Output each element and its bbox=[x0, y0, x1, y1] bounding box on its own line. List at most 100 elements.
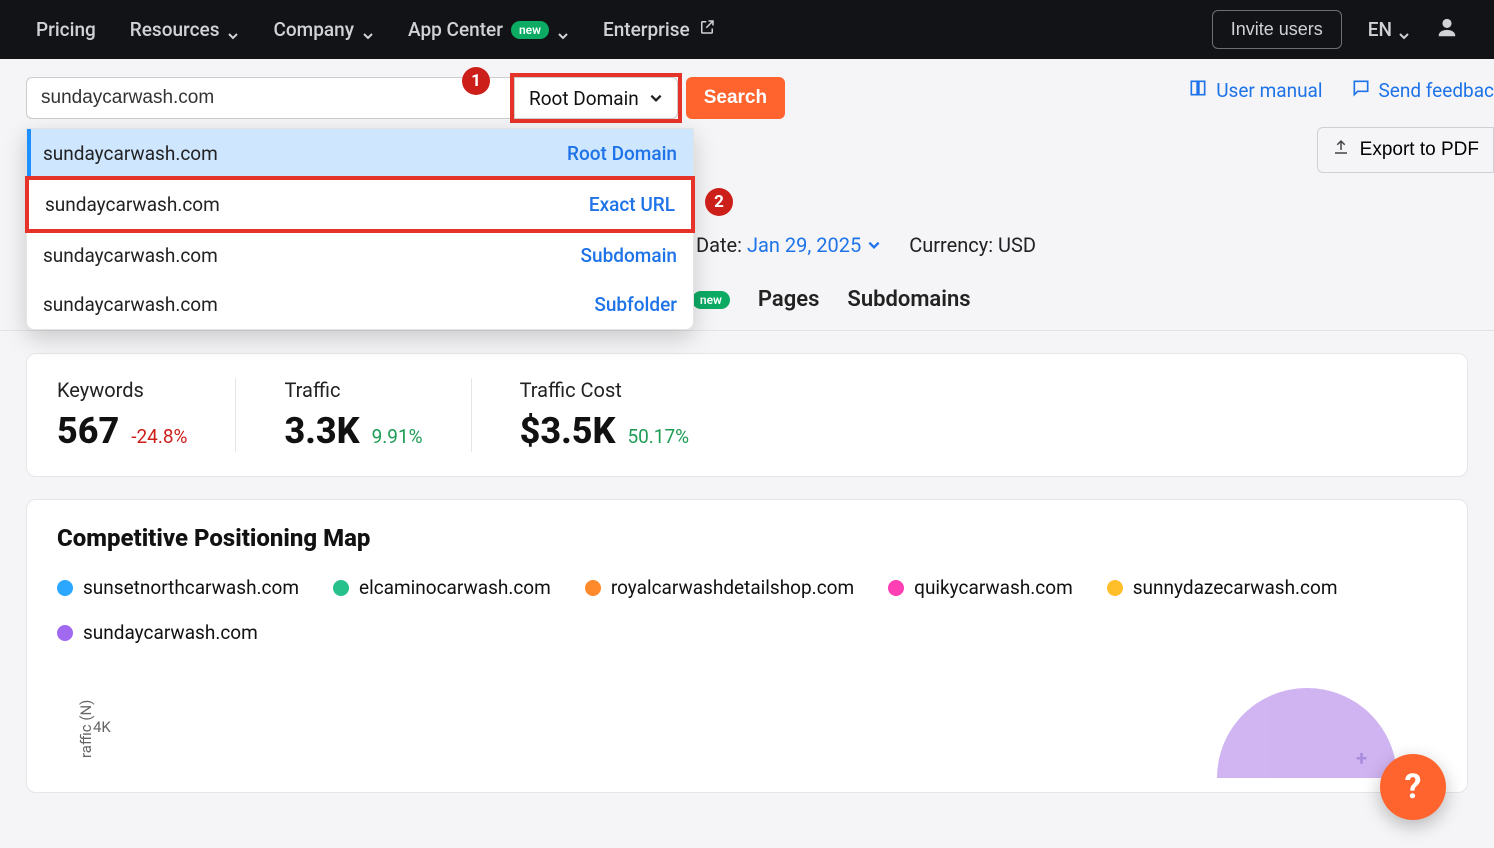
language-label: EN bbox=[1368, 18, 1392, 41]
metrics-card: Keywords 567 -24.8% Traffic 3.3K 9.91% T… bbox=[26, 353, 1468, 477]
suggestion-type: Subdomain bbox=[581, 244, 677, 267]
send-feedback-link[interactable]: Send feedbac bbox=[1351, 78, 1494, 103]
search-button[interactable]: Search bbox=[686, 77, 785, 119]
metric-traffic-delta: 9.91% bbox=[372, 425, 423, 448]
metric-traffic-cost-value: $3.5K bbox=[520, 410, 616, 452]
chevron-down-icon bbox=[362, 24, 374, 36]
suggestion-type: Root Domain bbox=[567, 142, 677, 165]
legend-dot-icon bbox=[57, 580, 73, 596]
upload-icon bbox=[1332, 138, 1350, 162]
metric-keywords-value: 567 bbox=[57, 410, 119, 452]
legend-item[interactable]: elcaminocarwash.com bbox=[333, 576, 551, 599]
metric-traffic-cost-delta: 50.17% bbox=[627, 425, 689, 448]
book-icon bbox=[1188, 78, 1208, 103]
legend-label: quikycarwash.com bbox=[914, 576, 1073, 599]
nav-company-label: Company bbox=[273, 18, 354, 41]
legend-item[interactable]: royalcarwashdetailshop.com bbox=[585, 576, 854, 599]
legend-dot-icon bbox=[585, 580, 601, 596]
filters-row: Date: Jan 29, 2025 Currency: USD bbox=[670, 233, 1494, 257]
invite-users-button[interactable]: Invite users bbox=[1212, 10, 1342, 49]
legend-item[interactable]: sunnydazecarwash.com bbox=[1107, 576, 1338, 599]
currency-filter: Currency: USD bbox=[909, 233, 1036, 257]
legend-label: elcaminocarwash.com bbox=[359, 576, 551, 599]
nav-app-center-label: App Center bbox=[408, 18, 503, 41]
new-badge: new bbox=[692, 291, 730, 309]
y-axis-tick: 4K bbox=[93, 718, 111, 736]
date-filter[interactable]: Date: Jan 29, 2025 bbox=[696, 233, 881, 257]
nav-resources[interactable]: Resources bbox=[130, 18, 240, 41]
scope-select[interactable]: Root Domain bbox=[514, 77, 678, 119]
suggestion-root-domain[interactable]: sundaycarwash.com Root Domain bbox=[27, 129, 693, 178]
annotation-1: 1 bbox=[462, 67, 490, 95]
language-select[interactable]: EN bbox=[1368, 18, 1410, 41]
legend-dot-icon bbox=[333, 580, 349, 596]
legend-item[interactable]: sundaycarwash.com bbox=[57, 621, 258, 644]
metric-traffic-cost: Traffic Cost $3.5K 50.17% bbox=[520, 378, 738, 452]
export-pdf-button[interactable]: Export to PDF bbox=[1317, 127, 1494, 173]
legend-dot-icon bbox=[888, 580, 904, 596]
competitive-map-card: Competitive Positioning Map sunsetnorthc… bbox=[26, 499, 1468, 793]
metric-keywords: Keywords 567 -24.8% bbox=[57, 378, 236, 452]
suggestion-exact-url[interactable]: sundaycarwash.com Exact URL bbox=[29, 180, 691, 229]
user-manual-label: User manual bbox=[1216, 79, 1322, 102]
suggestion-type: Subfolder bbox=[594, 293, 677, 316]
page-toolbox: User manual Send feedbac Export to PDF bbox=[1188, 78, 1494, 173]
legend-item[interactable]: sunsetnorthcarwash.com bbox=[57, 576, 299, 599]
date-value: Jan 29, 2025 bbox=[747, 233, 861, 257]
send-feedback-label: Send feedbac bbox=[1379, 79, 1494, 102]
currency-value: USD bbox=[998, 233, 1036, 257]
suggestion-domain: sundaycarwash.com bbox=[43, 244, 218, 267]
nav-enterprise-label: Enterprise bbox=[603, 18, 690, 41]
chevron-down-icon bbox=[557, 24, 569, 36]
suggestion-domain: sundaycarwash.com bbox=[43, 142, 218, 165]
nav-enterprise[interactable]: Enterprise bbox=[603, 18, 716, 41]
top-nav: Pricing Resources Company App Center new… bbox=[0, 0, 1494, 59]
chart-axis-area: raffic (N) 4K + bbox=[57, 678, 1437, 768]
metric-keywords-label: Keywords bbox=[57, 378, 187, 402]
export-pdf-label: Export to PDF bbox=[1360, 139, 1479, 161]
external-link-icon bbox=[698, 18, 716, 41]
tab-subdomains[interactable]: Subdomains bbox=[847, 287, 970, 330]
legend-item[interactable]: quikycarwash.com bbox=[888, 576, 1073, 599]
suggestion-domain: sundaycarwash.com bbox=[43, 293, 218, 316]
competitive-map-title: Competitive Positioning Map bbox=[57, 524, 1437, 552]
chevron-down-icon bbox=[1398, 24, 1410, 36]
nav-company[interactable]: Company bbox=[273, 18, 374, 41]
plus-icon: + bbox=[1356, 746, 1367, 770]
metric-traffic-value: 3.3K bbox=[284, 410, 359, 452]
metric-traffic: Traffic 3.3K 9.91% bbox=[284, 378, 471, 452]
user-icon[interactable] bbox=[1436, 17, 1458, 43]
chart-bubble: + bbox=[1217, 688, 1397, 778]
search-suggestions-dropdown: sundaycarwash.com Root Domain sundaycarw… bbox=[26, 128, 694, 330]
competitive-map-legend: sunsetnorthcarwash.com elcaminocarwash.c… bbox=[57, 576, 1437, 644]
suggestion-type: Exact URL bbox=[589, 193, 675, 216]
legend-label: sundaycarwash.com bbox=[83, 621, 258, 644]
suggestion-domain: sundaycarwash.com bbox=[45, 193, 220, 216]
nav-resources-label: Resources bbox=[130, 18, 220, 41]
legend-label: royalcarwashdetailshop.com bbox=[611, 576, 854, 599]
user-manual-link[interactable]: User manual bbox=[1188, 78, 1322, 103]
currency-label: Currency: bbox=[909, 233, 993, 257]
legend-label: sunsetnorthcarwash.com bbox=[83, 576, 299, 599]
chevron-down-icon bbox=[867, 233, 881, 257]
suggestion-subfolder[interactable]: sundaycarwash.com Subfolder bbox=[27, 280, 693, 329]
annotation-2: 2 bbox=[705, 188, 733, 216]
help-button[interactable]: ? bbox=[1380, 754, 1446, 820]
nav-pricing[interactable]: Pricing bbox=[36, 18, 96, 41]
metric-traffic-label: Traffic bbox=[284, 378, 422, 402]
metric-keywords-delta: -24.8% bbox=[131, 425, 187, 448]
legend-dot-icon bbox=[57, 625, 73, 641]
chat-icon bbox=[1351, 78, 1371, 103]
new-badge: new bbox=[511, 21, 549, 39]
metric-traffic-cost-label: Traffic Cost bbox=[520, 378, 690, 402]
legend-label: sunnydazecarwash.com bbox=[1133, 576, 1338, 599]
legend-dot-icon bbox=[1107, 580, 1123, 596]
chevron-down-icon bbox=[227, 24, 239, 36]
date-label: Date: bbox=[696, 233, 742, 257]
suggestion-subdomain[interactable]: sundaycarwash.com Subdomain bbox=[27, 231, 693, 280]
domain-search-input[interactable] bbox=[26, 77, 510, 119]
scope-select-label: Root Domain bbox=[529, 87, 639, 110]
nav-app-center[interactable]: App Center new bbox=[408, 18, 569, 41]
tab-pages[interactable]: Pages bbox=[758, 287, 819, 330]
chevron-down-icon bbox=[649, 87, 663, 110]
